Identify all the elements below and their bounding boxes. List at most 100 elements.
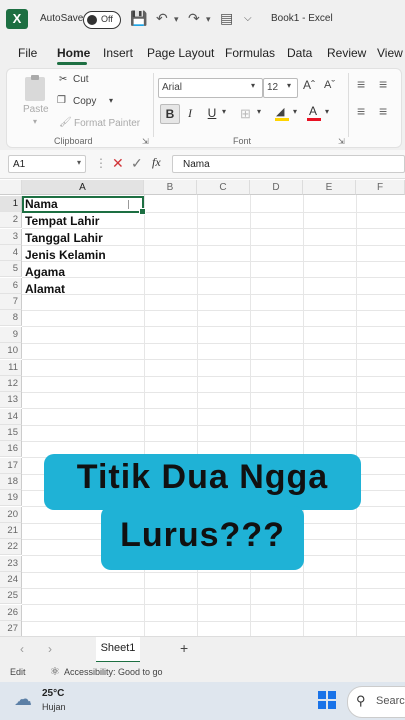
format-painter-icon[interactable]: 🖌 — [59, 117, 72, 128]
tab-formulas[interactable]: Formulas — [225, 46, 275, 60]
row-header[interactable]: 26 — [0, 604, 22, 621]
font-launcher-icon[interactable]: ⇲ — [338, 137, 345, 146]
row-header[interactable]: 4 — [0, 245, 22, 262]
tab-file[interactable]: File — [18, 46, 37, 60]
row-header[interactable]: 19 — [0, 490, 22, 507]
row-header[interactable]: 25 — [0, 588, 22, 605]
sheet-tab-sheet1[interactable]: Sheet1 — [96, 637, 140, 663]
row-header[interactable]: 18 — [0, 473, 22, 490]
redo-dropdown-icon[interactable]: ▾ — [206, 14, 211, 25]
row-header[interactable]: 14 — [0, 408, 22, 425]
row-header[interactable]: 3 — [0, 228, 22, 245]
row-header[interactable]: 24 — [0, 572, 22, 589]
row-header[interactable]: 2 — [0, 212, 22, 229]
underline-dropdown-icon[interactable]: ▾ — [222, 107, 226, 116]
column-header-f[interactable]: F — [356, 180, 405, 195]
row-header[interactable]: 12 — [0, 375, 22, 392]
tab-page-layout[interactable]: Page Layout — [147, 46, 214, 60]
copy-icon[interactable]: ❐ — [57, 95, 66, 106]
previous-sheet-icon[interactable]: ‹ — [20, 642, 24, 656]
next-sheet-icon[interactable]: › — [48, 642, 52, 656]
italic-button[interactable]: I — [181, 104, 199, 122]
cell-a3[interactable]: Tanggal Lahir — [25, 230, 103, 246]
cut-icon[interactable]: ✂ — [59, 74, 67, 85]
row-header[interactable]: 16 — [0, 441, 22, 458]
enter-icon[interactable]: ✓ — [131, 155, 143, 172]
name-box[interactable]: A1 — [8, 155, 86, 173]
font-name-select[interactable]: Arial ▾ — [158, 78, 263, 98]
borders-dropdown-icon[interactable]: ▾ — [257, 107, 261, 116]
underline-button[interactable]: U — [203, 104, 221, 122]
font-color-dropdown-icon[interactable]: ▾ — [325, 107, 329, 116]
cell-a4[interactable]: Jenis Kelamin — [25, 247, 106, 263]
accessibility-icon[interactable]: ⚛ — [50, 665, 60, 678]
weather-rain-icon[interactable]: ☁ — [14, 689, 32, 710]
column-header-a[interactable]: A — [22, 180, 144, 195]
copy-dropdown-icon[interactable]: ▾ — [109, 96, 113, 105]
align-middle-icon[interactable]: ≡ — [379, 76, 387, 92]
accessibility-status[interactable]: Accessibility: Good to go — [64, 667, 163, 677]
undo-icon[interactable]: ↶ — [156, 10, 168, 27]
tab-insert[interactable]: Insert — [103, 46, 133, 60]
add-sheet-button[interactable]: + — [180, 640, 188, 656]
row-header[interactable]: 20 — [0, 506, 22, 523]
redo-icon[interactable]: ↷ — [188, 10, 200, 27]
fill-color-icon[interactable]: ◢ — [275, 105, 289, 121]
borders-icon[interactable]: ⊞ — [240, 106, 251, 122]
row-header[interactable]: 6 — [0, 277, 22, 294]
paste-icon[interactable] — [21, 75, 51, 101]
row-header[interactable]: 23 — [0, 555, 22, 572]
tab-review[interactable]: Review — [327, 46, 366, 60]
fill-color-dropdown-icon[interactable]: ▾ — [293, 107, 297, 116]
row-header[interactable]: 22 — [0, 539, 22, 556]
cell-a6[interactable]: Alamat — [25, 281, 65, 297]
insert-function-icon[interactable]: fx — [152, 155, 161, 170]
row-header[interactable]: 8 — [0, 310, 22, 327]
align-center-icon[interactable]: ≡ — [379, 103, 387, 119]
align-left-icon[interactable]: ≡ — [357, 103, 365, 119]
row-header[interactable]: 27 — [0, 621, 22, 636]
font-size-select[interactable]: 12 ▾ — [263, 78, 298, 98]
undo-dropdown-icon[interactable]: ▾ — [174, 14, 179, 25]
paste-dropdown-icon[interactable]: ▾ — [33, 117, 37, 126]
row-header[interactable]: 15 — [0, 424, 22, 441]
bold-button[interactable]: B — [160, 104, 180, 124]
column-header-c[interactable]: C — [197, 180, 250, 195]
tab-view[interactable]: View — [377, 46, 403, 60]
copy-label[interactable]: Copy — [73, 96, 96, 107]
formula-input[interactable]: Nama — [172, 155, 405, 173]
select-all-corner[interactable] — [0, 180, 22, 195]
chevron-down-icon[interactable]: ▾ — [77, 158, 81, 167]
taskbar-search-box[interactable]: ⚲ Searc — [347, 686, 405, 718]
cell-a5[interactable]: Agama — [25, 264, 65, 280]
format-painter-label[interactable]: Format Painter — [74, 118, 140, 129]
weather-condition[interactable]: Hujan — [42, 702, 66, 712]
cut-label[interactable]: Cut — [73, 74, 89, 85]
row-header[interactable]: 13 — [0, 392, 22, 409]
paste-label[interactable]: Paste — [23, 104, 49, 115]
column-header-d[interactable]: D — [250, 180, 303, 195]
row-header[interactable]: 11 — [0, 359, 22, 376]
tab-home[interactable]: Home — [57, 46, 90, 60]
windows-start-icon[interactable] — [318, 691, 336, 709]
row-header[interactable]: 17 — [0, 457, 22, 474]
row-header[interactable]: 10 — [0, 343, 22, 360]
more-commands-icon[interactable]: ⌵ — [244, 13, 252, 24]
column-header-e[interactable]: E — [303, 180, 356, 195]
customize-toolbar-icon[interactable]: ▤ — [220, 10, 233, 27]
tab-data[interactable]: Data — [287, 46, 312, 60]
row-header[interactable]: 1 — [0, 196, 22, 212]
row-header[interactable]: 21 — [0, 523, 22, 539]
font-color-icon[interactable]: A — [307, 104, 321, 122]
column-header-b[interactable]: B — [144, 180, 197, 195]
weather-temperature[interactable]: 25°C — [42, 688, 64, 699]
row-header[interactable]: 7 — [0, 294, 22, 311]
align-top-icon[interactable]: ≡ — [357, 76, 365, 92]
increase-font-size-icon[interactable]: Aˆ — [303, 78, 315, 92]
decrease-font-size-icon[interactable]: Aˇ — [324, 79, 335, 91]
row-header[interactable]: 5 — [0, 261, 22, 278]
save-icon[interactable]: 💾 — [130, 10, 147, 27]
fill-handle[interactable] — [139, 208, 146, 215]
cell-a2[interactable]: Tempat Lahir — [25, 213, 99, 229]
autosave-toggle[interactable]: Off — [83, 11, 121, 29]
